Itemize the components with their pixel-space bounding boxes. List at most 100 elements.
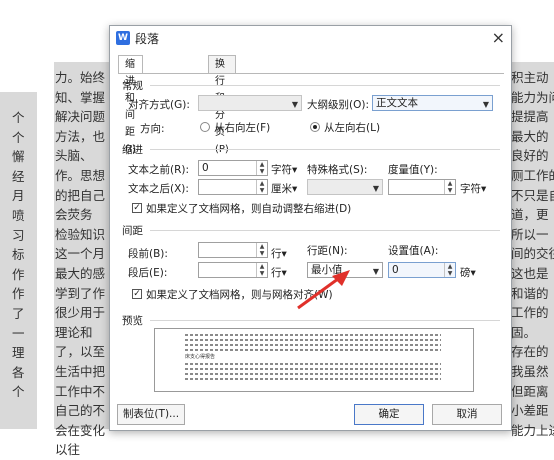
dialog-title: 段落 [135,32,160,46]
cancel-button[interactable]: 取消 [432,404,502,425]
background-text-line: 力。始终 [55,70,106,85]
preview-line [185,373,441,375]
wps-logo-icon: W [116,31,130,45]
background-text-line: 间的交往 [511,246,554,262]
background-text-line: 不只是自 [511,187,554,203]
preview-line [185,363,441,365]
background-text-line: 但距离 [511,383,549,399]
indent-after-unit[interactable]: 厘米▾ [271,181,297,196]
rtl-label: 从右向左(F) [214,122,271,134]
background-text-line: 生活中把 [55,364,106,379]
align-select[interactable]: ▼ [198,95,302,111]
background-text-line: 个 [12,384,25,400]
background-text-line: 最大的 [511,128,549,144]
tabs-button[interactable]: 制表位(T)... [117,404,185,425]
indent-before-input[interactable]: 0 ▲ ▼ [198,160,268,176]
background-text-line: 各 [12,364,25,380]
section-preview-title: 预览 [122,315,143,327]
background-text-line: 固。 [511,324,537,340]
background-text-line: 习 [12,227,25,243]
ok-button[interactable]: 确定 [354,404,424,425]
auto-adjust-label: 如果定义了文档网格，则自动调整右缩进(D) [146,203,352,215]
space-before-input[interactable]: ▲ ▼ [198,242,268,258]
section-spacing-title: 间距 [122,225,143,237]
background-text-line: 会荧务 [55,207,93,223]
tab-indent-spacing[interactable]: 缩进和间距(I) [118,55,143,155]
preview-sample-text: 床支心得报告 [185,354,216,360]
background-text-line: 检验知识 [55,226,106,242]
section-divider [150,230,500,231]
background-text-line: 能力为问 [511,89,554,105]
spinner-icon[interactable]: ▲ ▼ [256,180,267,194]
chevron-down-icon: ▼ [372,184,379,193]
background-text-line: 懈 [12,149,25,165]
preview-line [185,334,441,336]
setting-value-input[interactable]: 0 ▲ ▼ [388,262,456,278]
outline-select[interactable]: 正文文本 ▼ [372,95,493,111]
spinner-icon[interactable]: ▲ ▼ [256,263,267,277]
preview-line [185,349,441,351]
chevron-down-icon: ▼ [372,267,379,276]
background-text-line: 喷 [12,208,25,223]
special-format-select[interactable]: ▼ [307,179,383,195]
preview-line [185,339,441,341]
background-text-line: 经 [12,168,25,184]
background-text-line: 个 [12,129,25,145]
spinner-icon[interactable]: ▲ ▼ [256,243,267,257]
background-text-line: 道，更 [511,207,549,223]
background-text-line: 个 [12,110,25,125]
background-text-line: 头脑、 [55,148,93,164]
background-text-line: 能力上进 [511,422,554,438]
background-text-line: 我虽然 [511,364,549,379]
background-text-line: 和谐的 [511,285,549,301]
background-text-line: 存在的 [511,344,549,360]
indent-before-value: 0 [202,162,209,174]
spinner-icon[interactable]: ▲ ▼ [444,263,455,277]
spinner-icon[interactable]: ▲ ▼ [444,180,455,194]
background-text-line: 会在变化 [55,422,106,438]
space-after-input[interactable]: ▲ ▼ [198,262,268,278]
section-general-title: 常规 [122,80,143,92]
auto-adjust-checkbox[interactable]: ✓ [132,203,142,213]
space-before-unit[interactable]: 行▾ [271,246,287,261]
background-text-line: 知、掌握 [55,89,106,105]
space-after-unit[interactable]: 行▾ [271,265,287,280]
tab-line-page-breaks[interactable]: 换行和分页(P) [208,55,236,155]
background-text-line: 工作中不 [55,383,106,399]
direction-label: 方向: [140,123,165,135]
background-text-line: 月 [12,188,25,204]
background-text-line: 良好的 [511,148,549,164]
section-divider [150,320,500,321]
rtl-radio[interactable] [200,122,210,132]
preview-line [185,368,441,370]
section-indent-title: 缩进 [122,144,143,156]
setting-value-label: 设置值(A): [388,245,439,257]
indent-after-input[interactable]: ▲ ▼ [198,179,268,195]
grid-align-checkbox[interactable]: ✓ [132,289,142,299]
space-before-label: 段前(B): [128,248,168,260]
paragraph-dialog: W 段落 × 缩进和间距(I) 换行和分页(P) 常规 对齐方式(G): ▼ 大… [109,25,512,431]
spinner-icon[interactable]: ▲ ▼ [256,161,267,175]
background-text-line: 作 [12,266,25,282]
background-text-line: 一 [12,325,25,341]
background-text-line: 提提高 [511,109,549,125]
measure-input[interactable]: ▲ ▼ [388,179,456,195]
section-divider [150,85,500,86]
outline-value: 正文文本 [376,97,418,109]
dialog-titlebar: W 段落 × [110,26,511,50]
setting-unit[interactable]: 磅▾ [460,265,476,280]
section-divider [150,149,500,150]
indent-before-unit[interactable]: 字符▾ [271,162,297,177]
measure-unit[interactable]: 字符▾ [460,181,486,196]
setting-value: 0 [392,264,399,276]
ltr-radio[interactable] [310,122,320,132]
chevron-down-icon: ▼ [291,100,298,109]
background-text-line: 这也是 [511,266,549,281]
close-icon[interactable]: × [492,28,505,47]
preview-line [185,344,441,346]
background-text-line: 积主动 [511,70,549,85]
background-text-line: 这一个月 [55,246,106,262]
preview-line [185,378,441,380]
background-text-line: 最大的感 [55,266,106,281]
background-text-line: 了 [12,306,25,321]
